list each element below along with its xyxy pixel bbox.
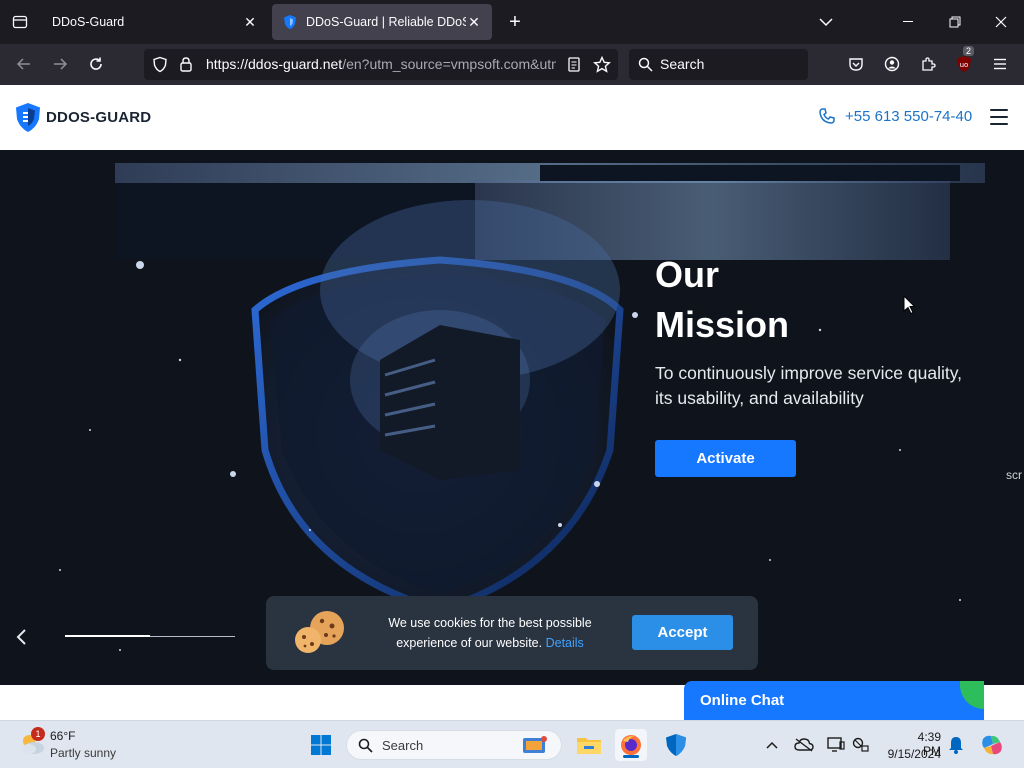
cookie-icon: [295, 611, 344, 653]
weather-alert-badge: 1: [31, 727, 45, 741]
reader-view-icon[interactable]: [567, 57, 581, 72]
chat-status-badge: [960, 681, 984, 709]
ublock-shield-icon: uo: [957, 56, 971, 72]
close-window-button[interactable]: [978, 0, 1024, 44]
clock-date[interactable]: 9/15/2024: [885, 747, 941, 761]
ublock-extension-button[interactable]: uo 2: [950, 46, 978, 78]
tab-title: DDoS-Guard | Reliable DDoS Protection: [306, 15, 466, 29]
tab-close-icon[interactable]: ✕: [466, 14, 482, 31]
bookmark-star-icon[interactable]: [593, 56, 611, 73]
minimize-button[interactable]: [886, 0, 932, 44]
taskbar-search-placeholder: Search: [382, 738, 424, 753]
firefox-button[interactable]: [615, 729, 647, 761]
chevron-up-icon: [766, 741, 778, 749]
new-tab-button[interactable]: +: [503, 10, 527, 34]
online-chat-label: Online Chat: [700, 692, 785, 709]
puzzle-icon: [922, 57, 936, 71]
copilot-icon: [982, 735, 1002, 755]
account-icon: [884, 56, 900, 72]
hero-subtitle: To continuously improve service quality,…: [655, 363, 963, 408]
activate-button[interactable]: Activate: [655, 440, 796, 477]
ddos-guard-logo-icon[interactable]: [14, 102, 42, 134]
reload-button[interactable]: [82, 50, 110, 78]
security-shield-icon: [666, 734, 686, 756]
url-text[interactable]: https://ddos-guard.net/en?utm_source=vmp…: [206, 56, 556, 72]
restore-button[interactable]: [932, 0, 978, 44]
account-button[interactable]: [878, 50, 906, 78]
online-chat-widget[interactable]: Online Chat: [684, 681, 984, 720]
search-placeholder: Search: [660, 56, 705, 72]
phone-number-link[interactable]: +55 613 550-74-40: [845, 108, 972, 125]
browser-search-input[interactable]: Search: [629, 49, 808, 80]
extensions-button[interactable]: [914, 50, 942, 78]
weather-description[interactable]: Partly sunny: [50, 746, 116, 760]
close-icon: [995, 16, 1007, 28]
start-button[interactable]: [305, 729, 337, 761]
notifications-button[interactable]: [946, 735, 966, 755]
forward-button[interactable]: [46, 50, 74, 78]
extension-count-badge: 2: [963, 46, 975, 56]
tab-ddos-guard-active[interactable]: DDoS-Guard | Reliable DDoS Protection ✕: [272, 4, 492, 40]
onedrive-tray-button[interactable]: [794, 735, 814, 755]
hamburger-menu-icon: [994, 58, 1006, 70]
monitor-icon: [827, 737, 845, 752]
tabs-icon: [12, 15, 28, 29]
slider-progress-fill: [65, 635, 150, 637]
network-tray-button[interactable]: [851, 735, 871, 755]
cloud-offline-icon: [794, 738, 814, 752]
defender-button[interactable]: [660, 729, 692, 761]
site-menu-button[interactable]: [990, 109, 1008, 125]
phone-icon[interactable]: [818, 107, 836, 125]
shield-icon[interactable]: [152, 56, 168, 73]
windows-logo-icon: [311, 735, 331, 755]
mouse-cursor-icon: [903, 295, 915, 315]
search-icon: [358, 738, 373, 753]
reload-icon: [90, 57, 102, 70]
hero-title: Our Mission: [655, 254, 790, 345]
file-explorer-button[interactable]: [573, 729, 605, 761]
windows-taskbar: 1 66°F Partly sunny Search 4:39 PM 9/15/…: [0, 720, 1024, 768]
bell-icon: [949, 737, 963, 754]
firefox-icon: [621, 735, 641, 755]
tab-ddos-guard[interactable]: DDoS-Guard ✕: [42, 4, 268, 40]
site-logo[interactable]: DDOS-GUARD: [46, 109, 151, 126]
arrow-left-icon: [16, 58, 30, 70]
pocket-button[interactable]: [842, 50, 870, 78]
app-menu-button[interactable]: [986, 50, 1014, 78]
svg-text:uo: uo: [960, 61, 969, 69]
network-disconnected-icon: [852, 737, 869, 752]
tab-close-icon[interactable]: ✕: [242, 14, 258, 31]
search-icon: [638, 57, 653, 72]
slider-prev-button[interactable]: [15, 628, 27, 652]
slider-progress-track[interactable]: [65, 635, 235, 637]
search-highlight-icon: [523, 736, 547, 753]
chevron-left-icon: [16, 629, 26, 645]
browser-tab-bar: DDoS-Guard ✕ DDoS-Guard | Reliable DDoS …: [0, 0, 1024, 44]
site-header: DDOS-GUARD +55 613 550-74-40: [0, 85, 1024, 150]
folder-icon: [577, 738, 601, 754]
back-button[interactable]: [10, 50, 38, 78]
minimize-icon: [903, 21, 913, 22]
arrow-right-icon: [54, 58, 68, 70]
active-app-indicator: [623, 755, 639, 758]
show-hidden-icons-button[interactable]: [762, 735, 782, 755]
tab-title: DDoS-Guard: [52, 15, 125, 29]
accept-cookies-button[interactable]: Accept: [632, 615, 733, 650]
browser-nav-bar: https://ddos-guard.net/en?utm_source=vmp…: [0, 44, 1024, 85]
lock-icon[interactable]: [179, 56, 193, 73]
weather-temperature[interactable]: 66°F: [50, 729, 75, 743]
pocket-icon: [849, 58, 863, 71]
tab-list-button[interactable]: [0, 0, 40, 44]
hero-side-text: scr: [1006, 468, 1022, 482]
taskbar-search-box[interactable]: Search: [346, 730, 562, 760]
url-bar[interactable]: https://ddos-guard.net/en?utm_source=vmp…: [144, 49, 618, 80]
display-tray-button[interactable]: [826, 735, 846, 755]
copilot-button[interactable]: [980, 735, 1004, 755]
cookie-details-link[interactable]: Details: [546, 636, 584, 650]
restore-icon: [949, 16, 961, 28]
ddos-guard-favicon-icon: [284, 15, 296, 29]
cookie-message: We use cookies for the best possible exp…: [388, 616, 592, 650]
cookie-banner: We use cookies for the best possible exp…: [266, 596, 758, 670]
tab-overflow-chevron-icon[interactable]: [803, 0, 849, 44]
